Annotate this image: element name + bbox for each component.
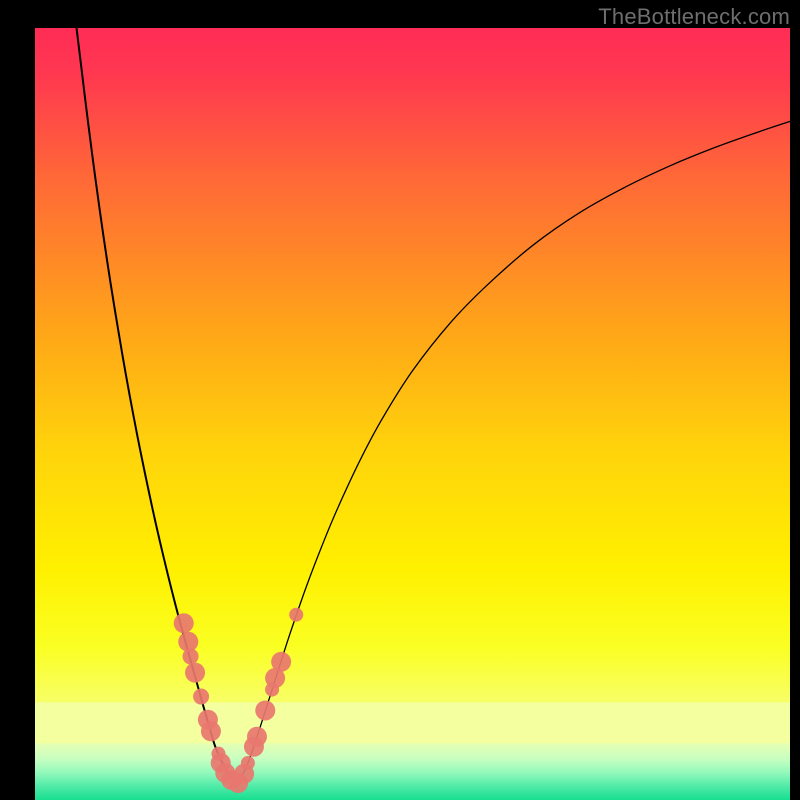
plot-svg	[35, 28, 790, 800]
highlight-marker	[174, 613, 194, 633]
watermark-text: TheBottleneck.com	[598, 4, 790, 30]
highlight-marker	[255, 700, 275, 720]
highlight-marker	[193, 689, 209, 705]
curve-left-branch	[77, 28, 238, 783]
highlight-marker	[241, 756, 255, 770]
curve-right-branch	[237, 121, 790, 783]
highlight-marker	[201, 721, 221, 741]
highlight-marker	[183, 648, 199, 664]
highlight-marker	[289, 608, 303, 622]
highlight-marker	[247, 727, 267, 747]
highlight-marker	[271, 652, 291, 672]
chart-frame: TheBottleneck.com	[0, 0, 800, 800]
plot-area	[35, 28, 790, 800]
highlight-marker	[185, 663, 205, 683]
